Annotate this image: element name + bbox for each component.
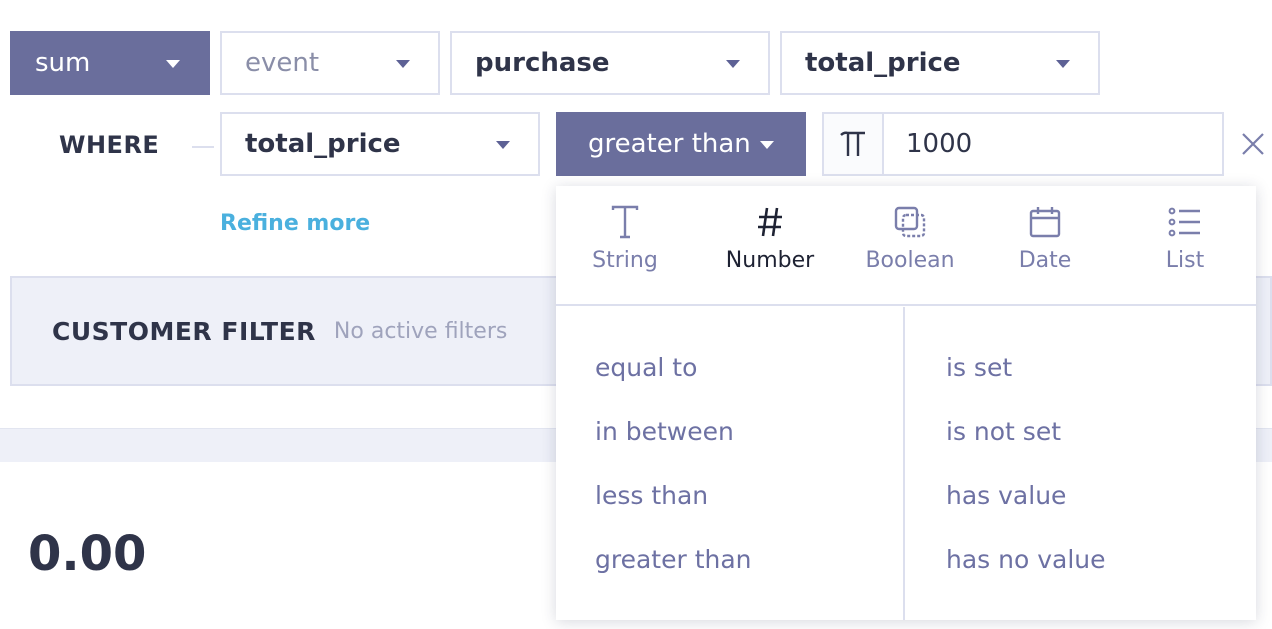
tab-list-label: List (1165, 248, 1205, 273)
option-less-than[interactable]: less than (595, 481, 708, 510)
tab-date-label: Date (1018, 248, 1072, 273)
source-dropdown[interactable]: event (220, 31, 440, 95)
operator-dropdown[interactable]: greater than (556, 112, 806, 176)
operator-label: greater than (588, 129, 751, 159)
where-connector (192, 146, 214, 148)
source-label: event (245, 48, 320, 78)
close-icon (1242, 133, 1264, 155)
options-divider (903, 307, 905, 620)
where-property-label: total_price (245, 129, 401, 159)
operator-popup: String Number Boolean Date List equal to… (556, 186, 1256, 620)
property-label: total_price (805, 48, 961, 78)
customer-filter-status: No active filters (333, 318, 508, 344)
value-field[interactable] (822, 112, 1224, 176)
calendar-icon (1029, 207, 1061, 238)
caret-down-icon (726, 60, 740, 68)
aggregate-dropdown[interactable]: sum (10, 31, 210, 95)
option-is-not-set[interactable]: is not set (946, 417, 1061, 446)
hash-icon (758, 207, 782, 237)
tab-list[interactable]: List (1125, 202, 1245, 273)
caret-down-icon (496, 141, 510, 149)
tab-string-label: String (592, 248, 658, 273)
tab-date[interactable]: Date (985, 202, 1105, 273)
tab-boolean[interactable]: Boolean (850, 202, 970, 273)
event-label: purchase (475, 48, 610, 78)
event-dropdown[interactable]: purchase (450, 31, 770, 95)
option-has-no-value[interactable]: has no value (946, 545, 1106, 574)
option-greater-than[interactable]: greater than (595, 545, 752, 574)
caret-down-icon (1056, 60, 1070, 68)
pi-icon (840, 131, 865, 156)
caret-down-icon (760, 141, 774, 149)
where-property-dropdown[interactable]: total_price (220, 112, 540, 176)
value-input[interactable] (884, 114, 1204, 174)
value-type-button[interactable] (824, 114, 884, 174)
aggregate-label: sum (35, 48, 91, 78)
tab-number-label: Number (725, 248, 815, 273)
option-in-between[interactable]: in between (595, 417, 734, 446)
option-has-value[interactable]: has value (946, 481, 1066, 510)
property-dropdown[interactable]: total_price (780, 31, 1100, 95)
option-is-set[interactable]: is set (946, 353, 1012, 382)
option-equal-to[interactable]: equal to (595, 353, 697, 382)
customer-filter-title: CUSTOMER FILTER (52, 316, 316, 346)
tab-boolean-label: Boolean (865, 248, 955, 273)
list-icon (1168, 207, 1200, 237)
text-t-icon (611, 205, 639, 239)
remove-filter-button[interactable] (1241, 132, 1265, 160)
tab-string[interactable]: String (565, 202, 685, 273)
caret-down-icon (396, 60, 410, 68)
caret-down-icon (166, 60, 180, 68)
boolean-icon (894, 206, 926, 238)
tab-number[interactable]: Number (710, 202, 830, 273)
refine-more-link[interactable]: Refine more (220, 211, 370, 236)
type-tabs: String Number Boolean Date List (556, 186, 1256, 306)
where-label: WHERE (59, 131, 160, 159)
result-value: 0.00 (28, 526, 147, 582)
